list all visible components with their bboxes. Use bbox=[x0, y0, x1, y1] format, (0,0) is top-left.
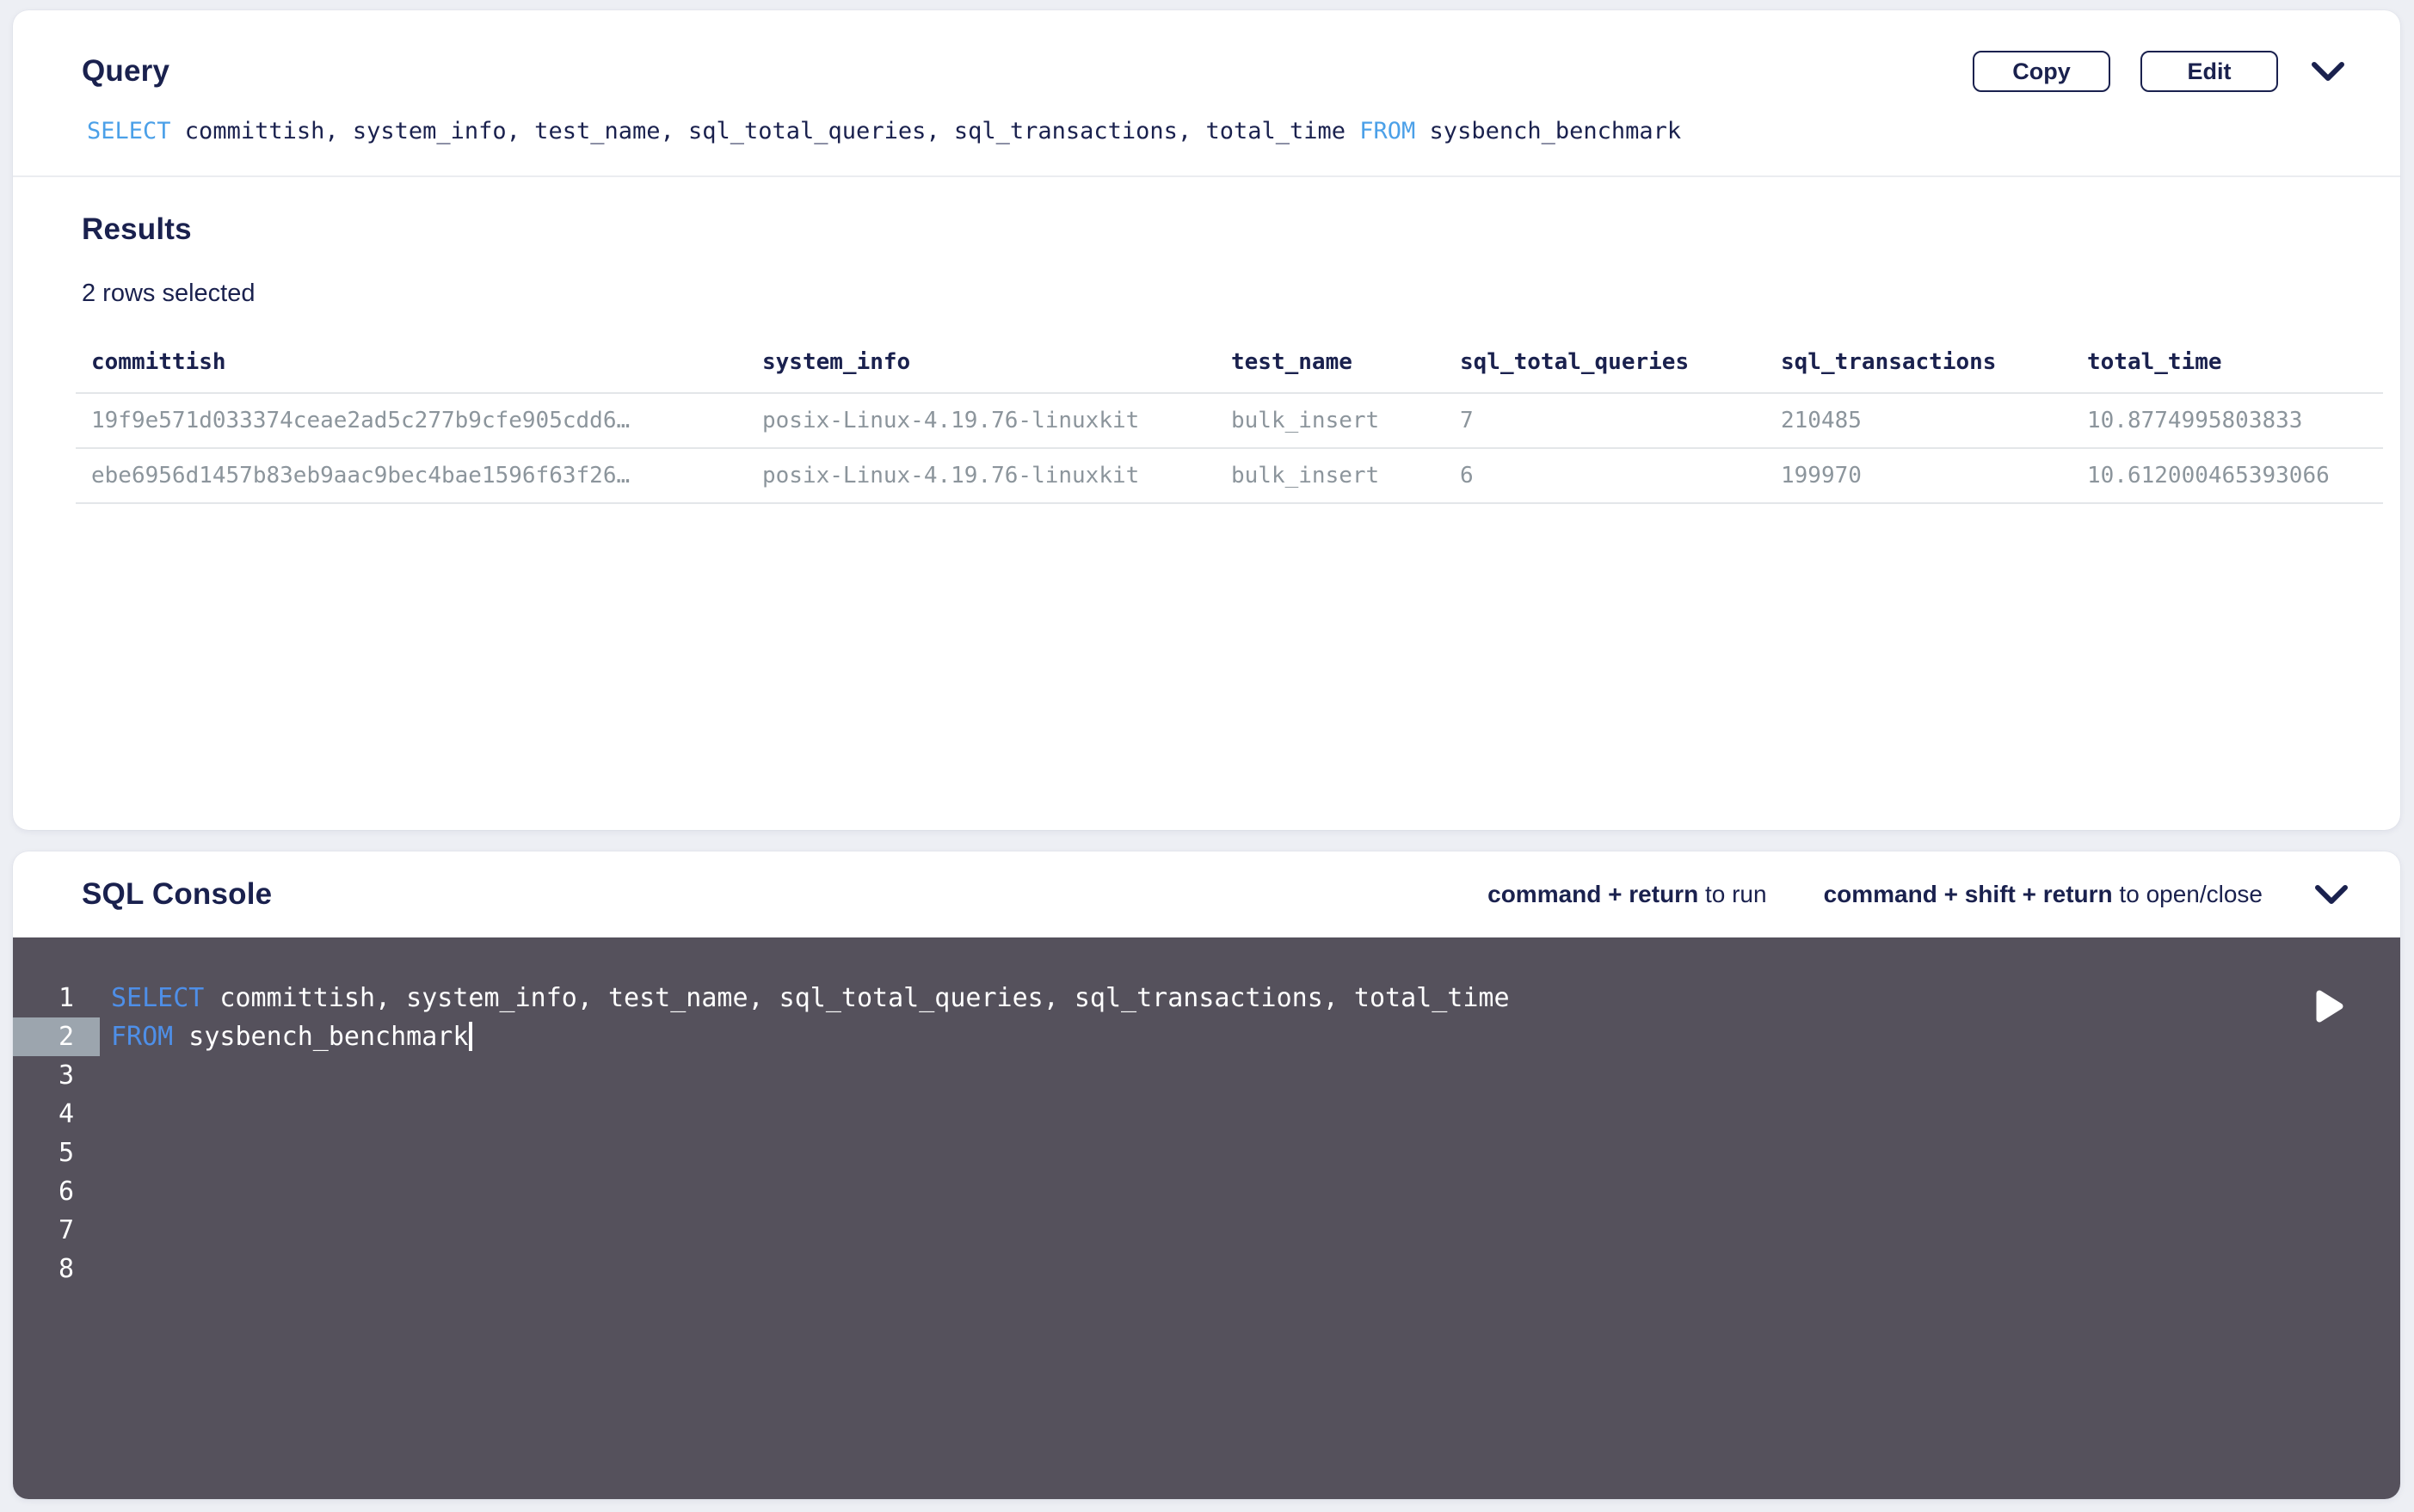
editor-code bbox=[100, 1056, 111, 1095]
cell-total-time: 10.612000465393066 bbox=[2072, 448, 2383, 503]
text-cursor bbox=[469, 1022, 472, 1051]
console-hints: command + return to run command + shift … bbox=[1431, 881, 2349, 908]
query-title: Query bbox=[82, 55, 169, 89]
editor-line-active: 2 FROM sysbench_benchmark bbox=[13, 1017, 2400, 1056]
sql-console-header: SQL Console command + return to run comm… bbox=[13, 851, 2400, 937]
hint-run-keys: command + return bbox=[1487, 881, 1698, 907]
query-sql-text: SELECT committish, system_info, test_nam… bbox=[87, 118, 2400, 144]
column-header-committish: committish bbox=[76, 339, 747, 393]
editor-line: 1 SELECT committish, system_info, test_n… bbox=[13, 979, 2400, 1017]
results-section: Results 2 rows selected committish syste… bbox=[13, 177, 2400, 504]
query-actions: Copy Edit bbox=[1943, 51, 2345, 92]
copy-button[interactable]: Copy bbox=[1973, 51, 2110, 92]
editor-line: 5 bbox=[13, 1134, 2400, 1172]
cell-test-name: bulk_insert bbox=[1216, 393, 1444, 448]
code-text: committish, system_info, test_name, sql_… bbox=[204, 983, 1509, 1013]
line-number: 6 bbox=[13, 1172, 100, 1211]
editor-code bbox=[100, 1250, 111, 1288]
cell-sql-total-queries: 6 bbox=[1444, 448, 1765, 503]
editor-line: 8 bbox=[13, 1250, 2400, 1288]
hint-open-close-keys: command + shift + return bbox=[1824, 881, 2113, 907]
console-collapse-chevron-down-icon[interactable] bbox=[2314, 883, 2349, 906]
sql-columns: committish, system_info, test_name, sql_… bbox=[171, 118, 1360, 144]
line-number: 3 bbox=[13, 1056, 100, 1095]
edit-button[interactable]: Edit bbox=[2140, 51, 2278, 92]
editor-code bbox=[100, 1095, 111, 1134]
cell-total-time: 10.8774995803833 bbox=[2072, 393, 2383, 448]
query-collapse-chevron-down-icon[interactable] bbox=[2311, 60, 2345, 83]
cell-committish: 19f9e571d033374ceae2ad5c277b9cfe905cdd6… bbox=[76, 393, 747, 448]
sql-table-name: sysbench_benchmark bbox=[1415, 118, 1681, 144]
sql-keyword-from: FROM bbox=[1359, 118, 1415, 144]
sql-keyword-select: SELECT bbox=[111, 983, 204, 1013]
sql-editor[interactable]: 1 SELECT committish, system_info, test_n… bbox=[13, 937, 2400, 1499]
sql-keyword-select: SELECT bbox=[87, 118, 171, 144]
line-number: 8 bbox=[13, 1250, 100, 1288]
results-table: committish system_info test_name sql_tot… bbox=[76, 339, 2383, 504]
cell-sql-transactions: 210485 bbox=[1765, 393, 2072, 448]
hint-open-close: command + shift + return to open/close bbox=[1824, 881, 2263, 908]
cell-sql-transactions: 199970 bbox=[1765, 448, 2072, 503]
editor-code: FROM sysbench_benchmark bbox=[100, 1017, 472, 1056]
sql-keyword-from: FROM bbox=[111, 1022, 173, 1052]
line-number-active: 2 bbox=[13, 1017, 100, 1056]
code-text: sysbench_benchmark bbox=[173, 1022, 468, 1052]
cell-sql-total-queries: 7 bbox=[1444, 393, 1765, 448]
editor-line: 6 bbox=[13, 1172, 2400, 1211]
column-header-system-info: system_info bbox=[747, 339, 1216, 393]
sql-console-panel: SQL Console command + return to run comm… bbox=[13, 851, 2400, 1499]
editor-code bbox=[100, 1134, 111, 1172]
hint-run-action: to run bbox=[1698, 881, 1766, 907]
cell-committish: ebe6956d1457b83eb9aac9bec4bae1596f63f26… bbox=[76, 448, 747, 503]
editor-code bbox=[100, 1211, 111, 1250]
cell-system-info: posix-Linux-4.19.76-linuxkit bbox=[747, 393, 1216, 448]
sql-console-title: SQL Console bbox=[82, 878, 272, 912]
line-number: 7 bbox=[13, 1211, 100, 1250]
line-number: 5 bbox=[13, 1134, 100, 1172]
query-panel: Query Copy Edit SELECT committish, syste… bbox=[13, 10, 2400, 830]
column-header-test-name: test_name bbox=[1216, 339, 1444, 393]
hint-open-close-action: to open/close bbox=[2113, 881, 2263, 907]
editor-line: 3 bbox=[13, 1056, 2400, 1095]
run-query-button[interactable] bbox=[2309, 986, 2350, 1027]
editor-line: 4 bbox=[13, 1095, 2400, 1134]
column-header-total-time: total_time bbox=[2072, 339, 2383, 393]
cell-system-info: posix-Linux-4.19.76-linuxkit bbox=[747, 448, 1216, 503]
cell-test-name: bulk_insert bbox=[1216, 448, 1444, 503]
table-row: 19f9e571d033374ceae2ad5c277b9cfe905cdd6…… bbox=[76, 393, 2383, 448]
editor-code: SELECT committish, system_info, test_nam… bbox=[100, 979, 1510, 1017]
results-title: Results bbox=[82, 213, 2400, 247]
play-icon bbox=[2314, 988, 2345, 1024]
line-number: 1 bbox=[13, 979, 100, 1017]
editor-code bbox=[100, 1172, 111, 1211]
column-header-sql-total-queries: sql_total_queries bbox=[1444, 339, 1765, 393]
page: Query Copy Edit SELECT committish, syste… bbox=[0, 0, 2414, 1512]
editor-line: 7 bbox=[13, 1211, 2400, 1250]
table-header-row: committish system_info test_name sql_tot… bbox=[76, 339, 2383, 393]
row-count: 2 rows selected bbox=[82, 280, 2400, 308]
query-panel-header: Query Copy Edit bbox=[13, 10, 2400, 92]
hint-run: command + return to run bbox=[1487, 881, 1766, 908]
table-row: ebe6956d1457b83eb9aac9bec4bae1596f63f26…… bbox=[76, 448, 2383, 503]
column-header-sql-transactions: sql_transactions bbox=[1765, 339, 2072, 393]
line-number: 4 bbox=[13, 1095, 100, 1134]
